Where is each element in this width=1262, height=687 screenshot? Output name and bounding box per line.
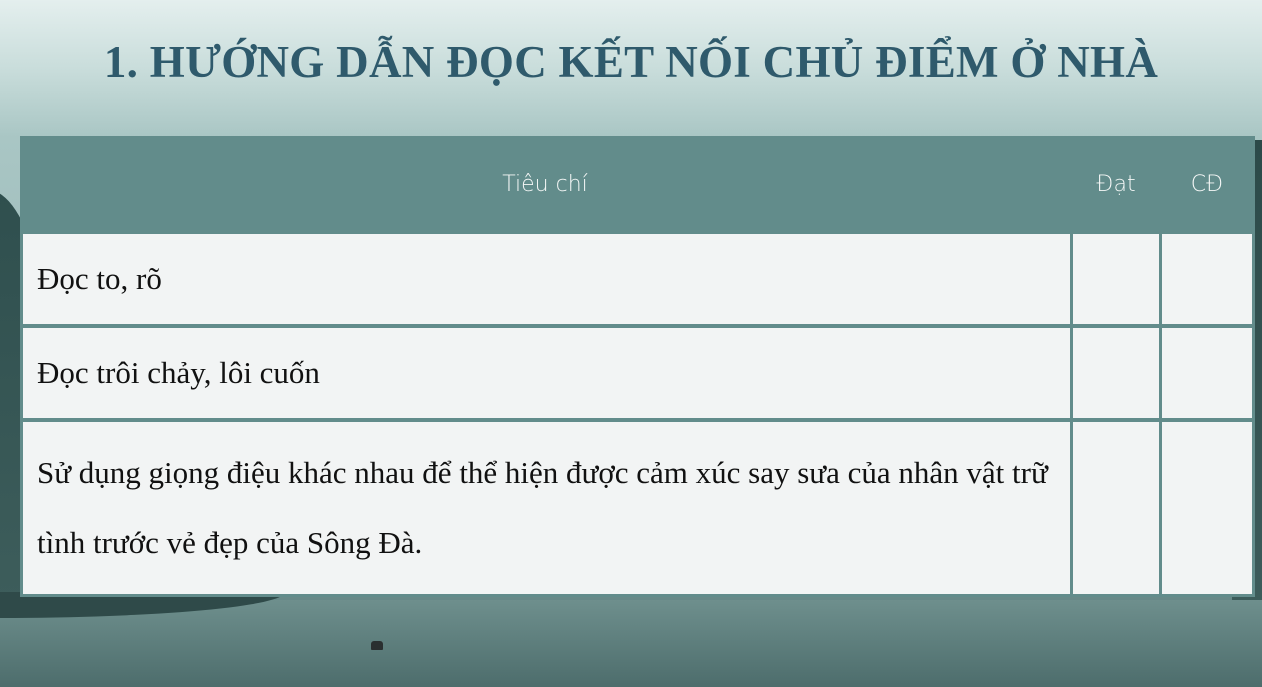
slide-title: 1. HƯỚNG DẪN ĐỌC KẾT NỐI CHỦ ĐIỂM Ở NHÀ <box>103 37 1159 87</box>
row-1-fail-cell[interactable] <box>1162 234 1252 324</box>
criteria-table: Tiêu chí Đạt CĐ Đọc to, rõ Đọc trôi chảy… <box>20 136 1255 597</box>
row-2-criteria: Đọc trôi chảy, lôi cuốn <box>23 328 1070 418</box>
row-2-pass-cell[interactable] <box>1073 328 1159 418</box>
boat-icon <box>371 641 383 650</box>
background-river <box>0 600 1262 687</box>
row-2-fail-cell[interactable] <box>1162 328 1252 418</box>
row-3-criteria: Sử dụng giọng điệu khác nhau để thể hiện… <box>23 422 1070 594</box>
header-pass: Đạt <box>1096 172 1136 197</box>
header-fail: CĐ <box>1190 172 1224 197</box>
row-1-pass-cell[interactable] <box>1073 234 1159 324</box>
row-3-fail-cell[interactable] <box>1162 422 1252 594</box>
header-criteria: Tiêu chí <box>502 172 588 197</box>
row-3-pass-cell[interactable] <box>1073 422 1159 594</box>
row-1-criteria: Đọc to, rõ <box>23 234 1070 324</box>
